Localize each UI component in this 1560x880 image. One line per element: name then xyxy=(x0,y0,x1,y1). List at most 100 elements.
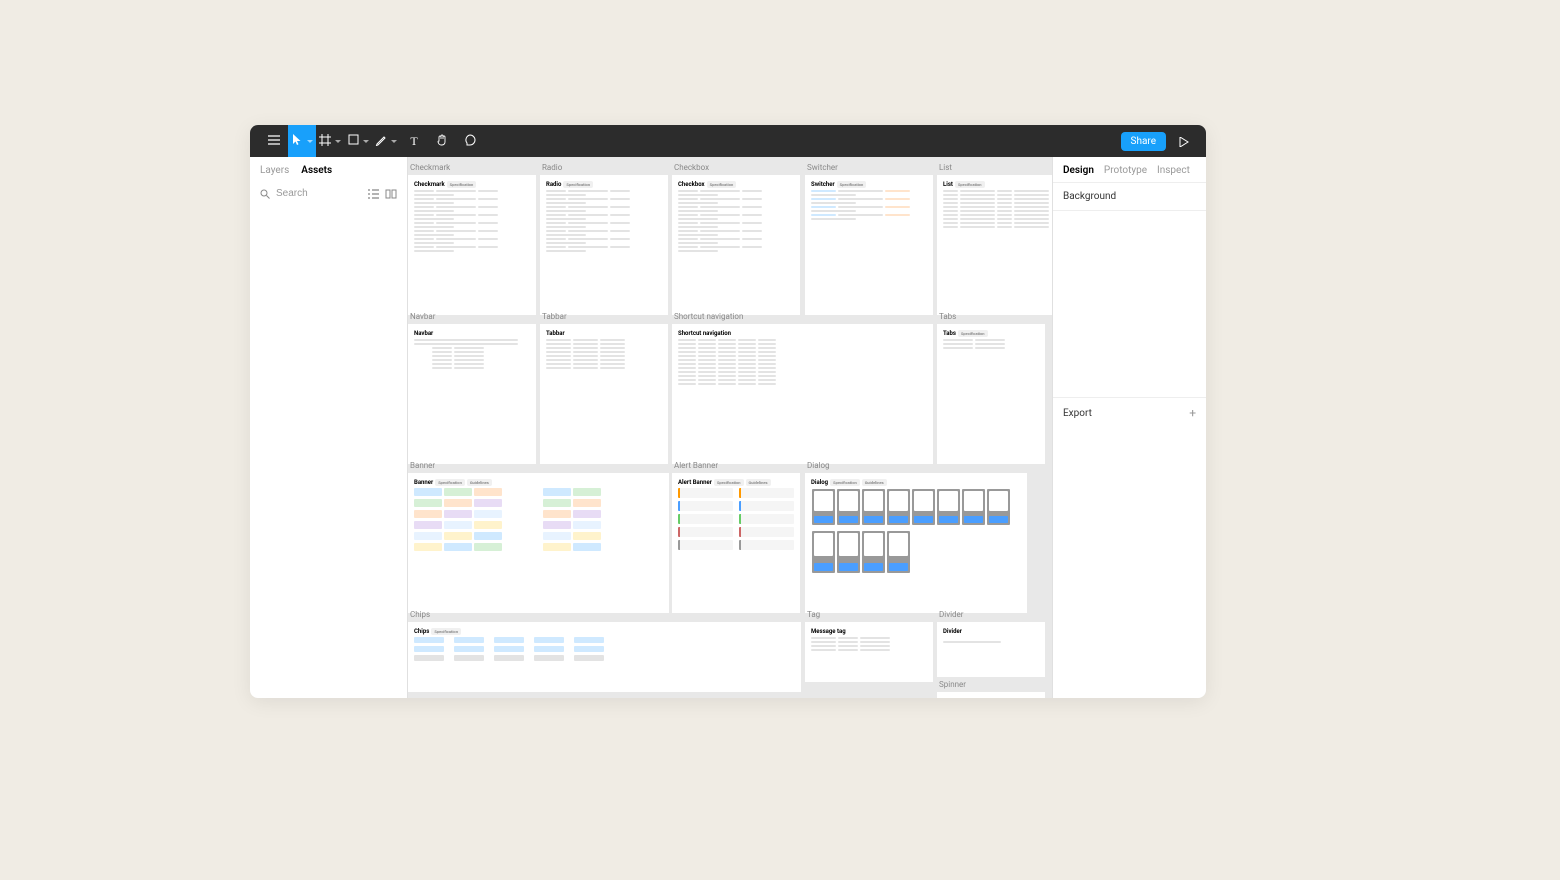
share-button[interactable]: Share xyxy=(1121,132,1166,151)
tab-assets[interactable]: Assets xyxy=(301,165,332,176)
text-icon: T xyxy=(410,134,417,149)
search-row xyxy=(250,180,407,207)
shape-tool[interactable] xyxy=(344,125,372,157)
frame-body xyxy=(408,339,536,377)
frame-list[interactable]: ListListSpecification xyxy=(937,175,1052,315)
frame-label: Banner xyxy=(410,461,435,470)
frame-label: Navbar xyxy=(410,312,435,321)
add-export-icon[interactable]: + xyxy=(1189,406,1196,420)
content-area: Layers Assets CheckmarkCheckmarkSpecific… xyxy=(250,157,1206,698)
frame-body xyxy=(805,488,1027,580)
menu-button[interactable] xyxy=(260,125,288,157)
frame-label: Checkbox xyxy=(674,163,709,172)
frame-body xyxy=(540,190,668,260)
frame-title: Alert BannerSpecificationGuidelines xyxy=(672,473,800,488)
cursor-icon xyxy=(292,134,302,149)
list-view-icon[interactable] xyxy=(368,184,379,203)
text-tool[interactable]: T xyxy=(400,125,428,157)
frame-title: CheckmarkSpecification xyxy=(408,175,536,190)
frame-tabbar[interactable]: TabbarTabbar xyxy=(540,324,668,464)
frame-title: Message tag xyxy=(805,622,933,637)
frame-alertbanner[interactable]: Alert BannerAlert BannerSpecificationGui… xyxy=(672,473,800,613)
badge-spec: Specification xyxy=(714,479,744,486)
tab-inspect[interactable]: Inspect xyxy=(1157,165,1190,176)
frame-title: SwitcherSpecification xyxy=(805,175,933,190)
frame-title: TabsSpecification xyxy=(937,324,1045,339)
pen-tool[interactable] xyxy=(372,125,400,157)
frame-switcher[interactable]: SwitcherSwitcherSpecification xyxy=(805,175,933,315)
frame-title: CheckboxSpecification xyxy=(672,175,800,190)
frame-label: Divider xyxy=(939,610,963,619)
badge-spec: Specification xyxy=(958,330,988,337)
frame-shortcut[interactable]: Shortcut navigationShortcut navigation xyxy=(672,324,933,464)
left-panel-tabs: Layers Assets xyxy=(250,157,407,180)
frame-body xyxy=(937,190,1052,236)
frame-checkmark[interactable]: CheckmarkCheckmarkSpecification xyxy=(408,175,536,315)
frame-label: Tag xyxy=(807,610,820,619)
canvas[interactable]: CheckmarkCheckmarkSpecificationRadioRadi… xyxy=(408,157,1052,698)
comment-icon xyxy=(464,134,476,149)
frame-body xyxy=(805,190,933,228)
top-toolbar: T Share xyxy=(250,125,1206,157)
frame-banner[interactable]: BannerBannerSpecificationGuidelines xyxy=(408,473,669,613)
frame-label: Tabs xyxy=(939,312,956,321)
frame-navbar[interactable]: NavbarNavbar xyxy=(408,324,536,464)
frame-tool[interactable] xyxy=(316,125,344,157)
frame-label: Shortcut navigation xyxy=(674,312,743,321)
frame-body xyxy=(672,339,933,393)
frame-tag[interactable]: TagMessage tag xyxy=(805,622,933,682)
frame-title: Navbar xyxy=(408,324,536,339)
right-panel: Design Prototype Inspect Background Expo… xyxy=(1052,157,1206,698)
frame-label: List xyxy=(939,163,952,172)
frame-chips[interactable]: ChipsChipsSpecification xyxy=(408,622,801,692)
search-input[interactable] xyxy=(276,188,362,199)
hand-tool[interactable] xyxy=(428,125,456,157)
frame-title: Shortcut navigation xyxy=(672,324,933,339)
frame-body xyxy=(805,637,933,659)
frame-tabs[interactable]: TabsTabsSpecification xyxy=(937,324,1045,464)
frame-label: Spinner xyxy=(939,680,966,689)
frame-label: Dialog xyxy=(807,461,830,470)
frame-label: Switcher xyxy=(807,163,838,172)
tab-layers[interactable]: Layers xyxy=(260,165,289,176)
right-panel-tabs: Design Prototype Inspect xyxy=(1053,157,1206,183)
frame-title: RadioSpecification xyxy=(540,175,668,190)
pen-icon xyxy=(375,134,387,149)
frame-divider[interactable]: DividerDivider xyxy=(937,622,1045,677)
badge-spec: Specification xyxy=(447,181,477,188)
badge-guide: Guidelines xyxy=(746,479,771,486)
frame-radio[interactable]: RadioRadioSpecification xyxy=(540,175,668,315)
frame-body xyxy=(672,190,800,260)
frame-spinner[interactable]: Spinner xyxy=(937,692,1045,698)
frame-label: Tabbar xyxy=(542,312,567,321)
frame-body xyxy=(937,692,1045,698)
badge-guide: Guidelines xyxy=(467,479,492,486)
comment-tool[interactable] xyxy=(456,125,484,157)
frame-title: Divider xyxy=(937,622,1045,637)
rectangle-icon xyxy=(348,134,359,148)
tab-prototype[interactable]: Prototype xyxy=(1104,165,1147,176)
badge-spec: Specification xyxy=(563,181,593,188)
frame-title: DialogSpecificationGuidelines xyxy=(805,473,1027,488)
badge-spec: Specification xyxy=(431,628,461,635)
frame-label: Chips xyxy=(410,610,430,619)
library-icon[interactable] xyxy=(385,184,397,203)
play-icon xyxy=(1179,132,1189,151)
frame-body xyxy=(672,488,800,559)
tab-design[interactable]: Design xyxy=(1063,165,1094,176)
badge-spec: Specification xyxy=(955,181,985,188)
search-icon xyxy=(260,184,270,203)
background-section[interactable]: Background xyxy=(1053,183,1206,211)
hand-icon xyxy=(436,134,448,149)
frame-title: ListSpecification xyxy=(937,175,1052,190)
frame-label: Radio xyxy=(542,163,562,172)
frame-checkbox[interactable]: CheckboxCheckboxSpecification xyxy=(672,175,800,315)
frame-body xyxy=(408,488,669,560)
badge-guide: Guidelines xyxy=(862,479,887,486)
present-button[interactable] xyxy=(1172,129,1196,153)
frame-body xyxy=(408,190,536,260)
frame-body xyxy=(540,339,668,377)
export-section[interactable]: Export + xyxy=(1053,397,1206,428)
move-tool[interactable] xyxy=(288,125,316,157)
frame-dialog[interactable]: DialogDialogSpecificationGuidelines xyxy=(805,473,1027,613)
